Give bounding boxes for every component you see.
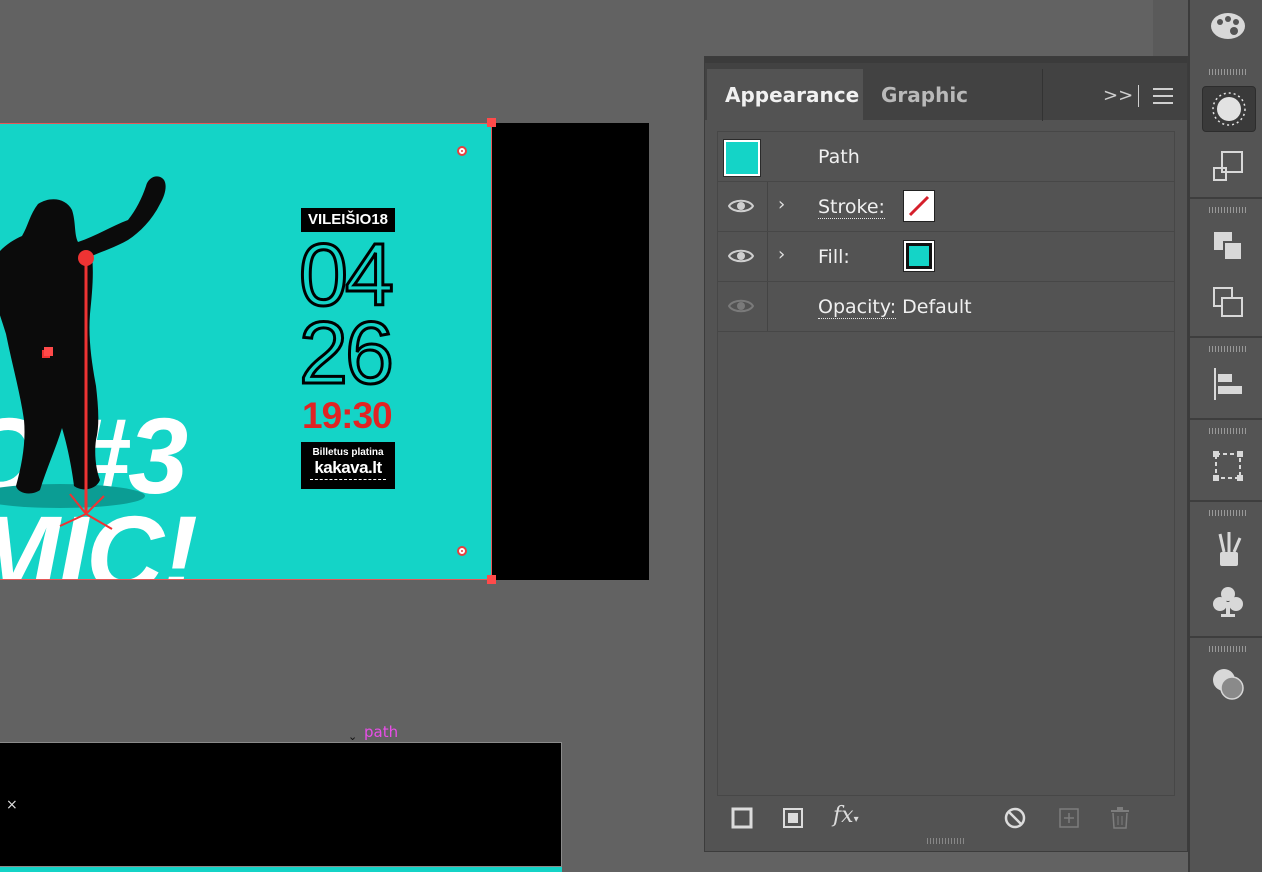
dock-grip[interactable] — [1209, 207, 1247, 213]
dock-separator — [1190, 336, 1262, 338]
dock-grip[interactable] — [1209, 646, 1247, 652]
appearance-icon[interactable] — [1202, 86, 1256, 132]
fill-swatch[interactable] — [903, 240, 935, 272]
panel-tab-bar: Appearance Graphic Styles >> — [705, 63, 1187, 159]
color-palette-icon[interactable] — [1202, 4, 1254, 48]
stroke-row[interactable]: › Stroke: — [718, 182, 1174, 232]
ticket-caption: Billetus platina — [312, 447, 384, 458]
dock-separator — [1190, 636, 1262, 638]
pathfinder-icon[interactable] — [1202, 224, 1254, 268]
panel-resize-grip[interactable] — [927, 838, 965, 844]
corner-radius-widget-bottom[interactable] — [457, 546, 467, 556]
dock-separator — [1190, 500, 1262, 502]
fill-label[interactable]: Fill: — [818, 246, 850, 268]
dock-grip[interactable] — [1209, 428, 1247, 434]
opacity-label[interactable]: Opacity: — [818, 296, 897, 319]
row-separator — [767, 232, 768, 281]
visibility-eye-icon-disabled — [728, 299, 754, 313]
fill-row[interactable]: › Fill: — [718, 232, 1174, 282]
dock-grip[interactable] — [1209, 510, 1247, 516]
dock-separator — [1190, 418, 1262, 420]
stroke-label-wrap: Stroke: — [818, 196, 885, 219]
fill-swatch-color — [909, 246, 929, 266]
ticket-badge: Billetus platina kakava.lt — [301, 442, 395, 489]
panel-menu-icon[interactable] — [1153, 88, 1173, 104]
tab-divider — [1138, 85, 1139, 107]
dock-grip[interactable] — [1209, 346, 1247, 352]
transform-icon[interactable] — [1202, 144, 1254, 188]
brushes-icon[interactable] — [1202, 526, 1254, 570]
appearance-attributes-list: Path › Stroke: › Fill: Opacity: Default — [717, 131, 1175, 796]
object-row[interactable]: Path — [718, 132, 1174, 182]
expand-chevron-icon[interactable]: › — [778, 244, 785, 265]
selection-handle-center[interactable] — [44, 347, 53, 356]
row-separator — [767, 182, 768, 231]
corner-radius-widget-top[interactable] — [457, 146, 467, 156]
visibility-eye-icon[interactable] — [728, 247, 754, 265]
clear-appearance-icon[interactable] — [1004, 807, 1026, 829]
close-icon[interactable]: × — [6, 797, 18, 813]
add-new-stroke-icon[interactable] — [731, 807, 753, 829]
tab-appearance[interactable]: Appearance — [707, 69, 863, 121]
delete-item-icon — [1111, 807, 1129, 829]
poster-artwork[interactable]: O #3 MIC! VILEIŠIO18 04 26 19:30 Billetu… — [0, 123, 492, 580]
object-type-label: Path — [818, 146, 860, 168]
add-new-fill-icon[interactable] — [782, 807, 804, 829]
opacity-text: Opacity: Default — [818, 296, 972, 319]
opacity-row[interactable]: Opacity: Default — [718, 282, 1174, 332]
smart-guide-label: path — [364, 723, 399, 741]
dock-grip[interactable] — [1209, 69, 1247, 75]
selection-handle-top-right[interactable] — [487, 118, 496, 127]
panel-footer: fx▾ — [705, 799, 1187, 841]
ticket-site: kakava.lt — [310, 458, 386, 480]
visibility-eye-icon[interactable] — [728, 197, 754, 215]
collapse-panel-icon[interactable]: >> — [1103, 85, 1133, 106]
selection-handle-bottom-right[interactable] — [487, 575, 496, 584]
dock-separator — [1190, 197, 1262, 199]
poster-time: 19:30 — [302, 395, 393, 436]
canvas-gutter — [1153, 0, 1188, 56]
add-new-effect-icon[interactable]: fx▾ — [833, 803, 859, 828]
expand-chevron-icon[interactable]: › — [778, 194, 785, 215]
symbols-icon[interactable] — [1202, 580, 1254, 624]
tab-graphic-styles[interactable]: Graphic Styles — [863, 69, 1043, 159]
bottom-teal-strip — [0, 867, 562, 872]
duplicate-item-icon — [1059, 808, 1079, 828]
row-separator — [767, 282, 768, 331]
stroke-label[interactable]: Stroke: — [818, 196, 885, 219]
stroke-swatch-none[interactable] — [903, 190, 935, 222]
opacity-value: Default — [902, 296, 972, 318]
no-color-slash-icon — [908, 195, 930, 217]
appearance-panel: Appearance Graphic Styles >> Path › Stro… — [704, 56, 1188, 852]
object-thumbnail — [723, 139, 761, 177]
align-icon[interactable] — [1202, 362, 1254, 406]
bottom-black-rectangle[interactable] — [0, 742, 562, 867]
arrange-icon[interactable] — [1202, 280, 1254, 324]
black-rectangle[interactable] — [492, 123, 649, 580]
singer-silhouette — [0, 176, 166, 530]
panel-dock-toolbar — [1188, 0, 1262, 872]
artboards-icon[interactable] — [1202, 444, 1254, 488]
transparency-icon[interactable] — [1202, 662, 1254, 706]
poster-day: 26 — [298, 303, 396, 402]
